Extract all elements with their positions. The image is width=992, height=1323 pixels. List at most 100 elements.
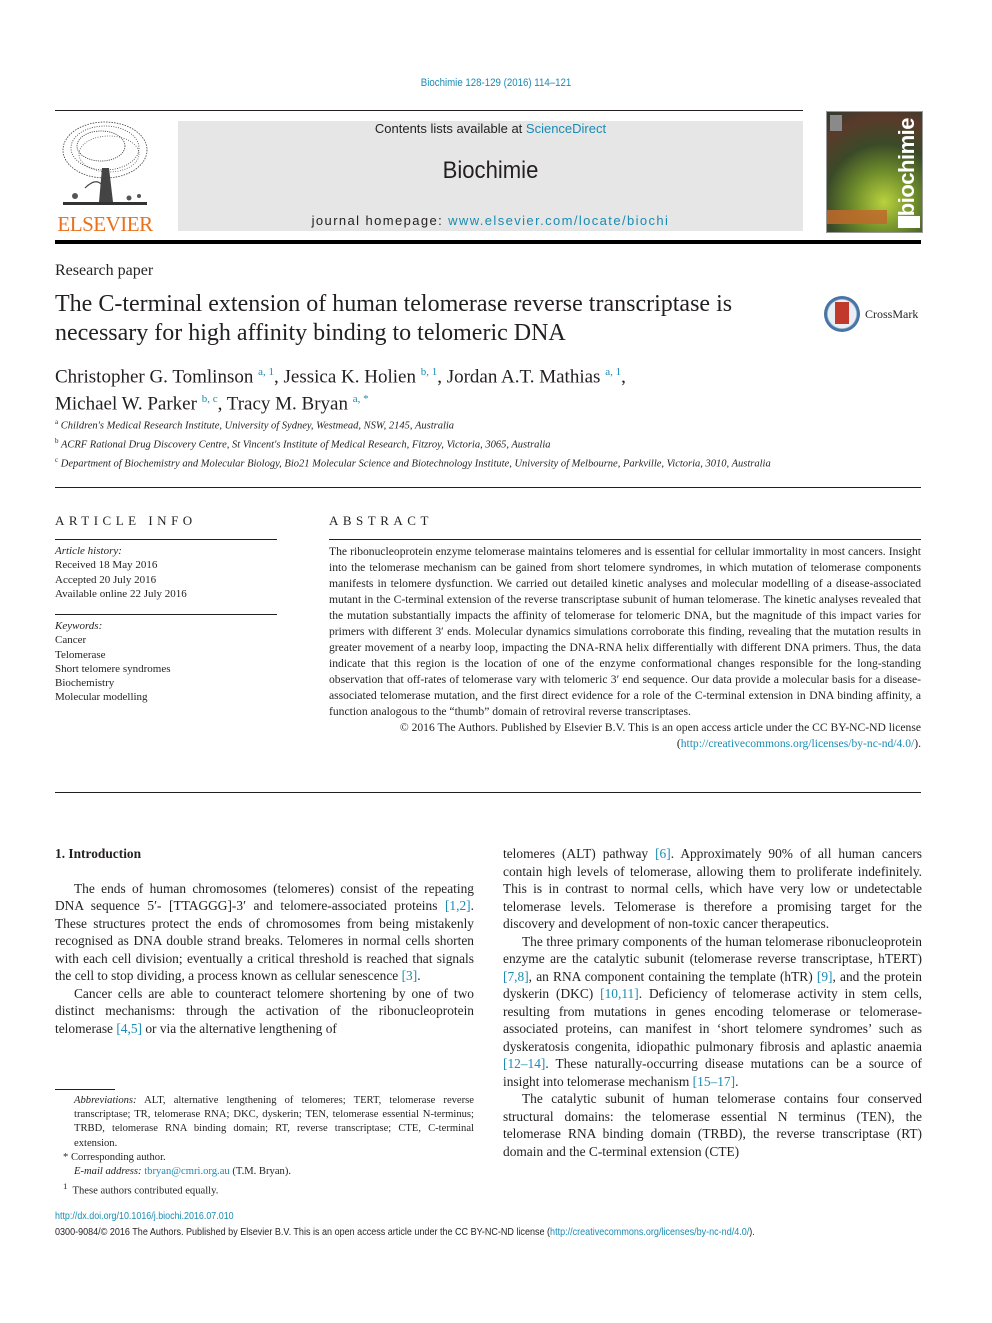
reference-link[interactable]: [1,2] (445, 898, 471, 913)
keyword: Cancer (55, 634, 87, 647)
crossmark-label: CrossMark (865, 307, 919, 321)
section-rule (55, 487, 921, 488)
body-paragraph: The three primary components of the huma… (503, 933, 922, 1091)
license-link[interactable]: http://creativecommons.org/licenses/by-n… (681, 737, 915, 750)
author-separator: , (274, 366, 284, 388)
author-separator: , (217, 393, 227, 415)
affiliation: b ACRF Rational Drug Discovery Centre, S… (55, 434, 815, 453)
abstract-heading: ABSTRACT (329, 513, 433, 528)
right-paragraphs: telomeres (ALT) pathway [6]. Approximate… (503, 845, 922, 1160)
abstract-copyright: © 2016 The Authors. Published by Elsevie… (329, 720, 921, 752)
author-affiliation-marker[interactable]: b, c (202, 393, 218, 405)
author: Christopher G. Tomlinson (55, 366, 254, 388)
homepage-link[interactable]: www.elsevier.com/locate/biochi (448, 213, 669, 228)
author-affiliation-marker[interactable]: a, 1 (605, 366, 621, 378)
journal-citation[interactable]: Biochimie 128-129 (2016) 114–121 (60, 77, 933, 89)
affiliation-text: Department of Biochemistry and Molecular… (60, 458, 771, 470)
reference-link[interactable]: [10,11] (600, 986, 639, 1001)
body-paragraph: The catalytic subunit of human telomeras… (503, 1090, 922, 1160)
reference-link[interactable]: [3] (402, 968, 418, 983)
equal-contribution-footnote: 1 These authors contributed equally. (55, 1179, 474, 1199)
contents-line: Contents lists available at ScienceDirec… (178, 121, 803, 136)
keywords: Keywords: Cancer Telomerase Short telome… (55, 619, 277, 705)
author: Jordan A.T. Mathias (446, 366, 601, 388)
abstract-bottom-rule (55, 792, 921, 793)
reference-link[interactable]: [12–14] (503, 1056, 545, 1071)
paragraph-text: . (417, 968, 421, 983)
affiliation: a Children's Medical Research Institute,… (55, 415, 815, 434)
abstract-rule (329, 539, 921, 540)
body-paragraph: Cancer cells are able to counteract telo… (55, 985, 474, 1038)
header-rule (55, 110, 803, 111)
journal-cover-image[interactable]: biochimie (826, 111, 923, 233)
article-info-rule (55, 614, 277, 615)
keyword: Molecular modelling (55, 691, 148, 704)
paragraph-text: The three primary components of the huma… (503, 933, 922, 967)
abbreviations-footnote: Abbreviations: ALT, alternative lengthen… (55, 1094, 474, 1151)
issn-text: 0300-9084/© 2016 The Authors. Published … (55, 1226, 551, 1238)
cover-band (827, 210, 887, 224)
affiliation-text: ACRF Rational Drug Discovery Centre, St … (60, 439, 551, 451)
journal-homepage: journal homepage: www.elsevier.com/locat… (178, 213, 803, 228)
author-affiliation-marker[interactable]: b, 1 (421, 366, 438, 378)
paragraph-text: telomeres (ALT) pathway (503, 846, 656, 861)
body-paragraph: telomeres (ALT) pathway [6]. Approximate… (503, 845, 922, 933)
paragraph-text: , an RNA component containing the templa… (528, 968, 817, 984)
affiliations: a Children's Medical Research Institute,… (55, 415, 815, 472)
abstract-text: The ribonucleoprotein enzyme telomerase … (329, 545, 921, 718)
email-link[interactable]: tbryan@cmri.org.au (144, 1166, 229, 1177)
affiliation-key: c (55, 456, 59, 464)
elsevier-logo[interactable]: ELSEVIER (55, 118, 155, 236)
footnote-rule (55, 1089, 115, 1090)
abbreviations-label: Abbreviations: (74, 1095, 137, 1106)
author-separator: , (437, 366, 447, 388)
keyword: Telomerase (55, 648, 106, 661)
paragraph-text: The catalytic subunit of human telomeras… (503, 1091, 922, 1159)
reference-link[interactable]: [9] (817, 969, 833, 984)
paragraph-text: . (735, 1073, 739, 1089)
article-title: The C-terminal extension of human telome… (55, 291, 733, 346)
author-separator: , (621, 366, 626, 388)
body-right-column: telomeres (ALT) pathway [6]. Approximate… (503, 845, 922, 1160)
affiliation-key: b (55, 437, 59, 445)
issn-end: ). (749, 1226, 755, 1238)
affiliation: c Department of Biochemistry and Molecul… (55, 453, 815, 472)
corresponding-author-footnote: * Corresponding author. (63, 1151, 166, 1163)
keywords-label: Keywords: (55, 620, 103, 632)
left-paragraphs: The ends of human chromosomes (telomeres… (55, 880, 474, 1038)
author-affiliation-marker[interactable]: a, 1 (258, 366, 274, 378)
article-history: Article history: Received 18 May 2016 Ac… (55, 544, 277, 601)
author: Michael W. Parker (55, 393, 197, 415)
article-info-heading: ARTICLE INFO (55, 513, 197, 528)
reference-link[interactable]: [4,5] (116, 1021, 142, 1036)
reference-link[interactable]: [6] (655, 846, 671, 861)
article-type: Research paper (55, 262, 154, 279)
equal-contribution-text: These authors contributed equally. (72, 1185, 219, 1197)
copyright-end: ). (914, 737, 921, 750)
email-label: E-mail address: (74, 1166, 142, 1178)
footer-license-link[interactable]: http://creativecommons.org/licenses/by-n… (550, 1226, 749, 1238)
affiliation-key: a (55, 418, 59, 426)
journal-name: Biochimie (442, 157, 539, 184)
doi-link[interactable]: http://dx.doi.org/10.1016/j.biochi.2016.… (55, 1210, 234, 1222)
homepage-label: journal homepage: (311, 213, 449, 228)
cover-publisher-badge (898, 216, 920, 228)
footnotes: Abbreviations: ALT, alternative lengthen… (55, 1094, 474, 1199)
section-heading-introduction: 1. Introduction (55, 846, 142, 861)
body-left-column: 1. Introduction The ends of human chromo… (55, 845, 474, 1037)
affiliation-text: Children's Medical Research Institute, U… (60, 420, 455, 432)
history-label: Article history: (55, 545, 122, 557)
cover-thumbnail (830, 115, 842, 131)
cover-title: biochimie (894, 118, 919, 217)
author: Jessica K. Holien (283, 366, 416, 388)
paragraph-text: or via the alternative lengthening of (142, 1020, 337, 1036)
author-affiliation-marker[interactable]: a, * (353, 393, 369, 405)
email-footnote: E-mail address: tbryan@cmri.org.au (T.M.… (55, 1165, 474, 1179)
sciencedirect-link[interactable]: ScienceDirect (526, 121, 606, 136)
reference-link[interactable]: [7,8] (503, 969, 529, 984)
email-suffix: (T.M. Bryan). (229, 1166, 291, 1178)
crossmark-button[interactable]: CrossMark (824, 295, 924, 335)
reference-link[interactable]: [15–17] (693, 1074, 735, 1089)
journal-masthead: Contents lists available at ScienceDirec… (178, 121, 803, 231)
crossmark-flag-icon (835, 302, 849, 324)
